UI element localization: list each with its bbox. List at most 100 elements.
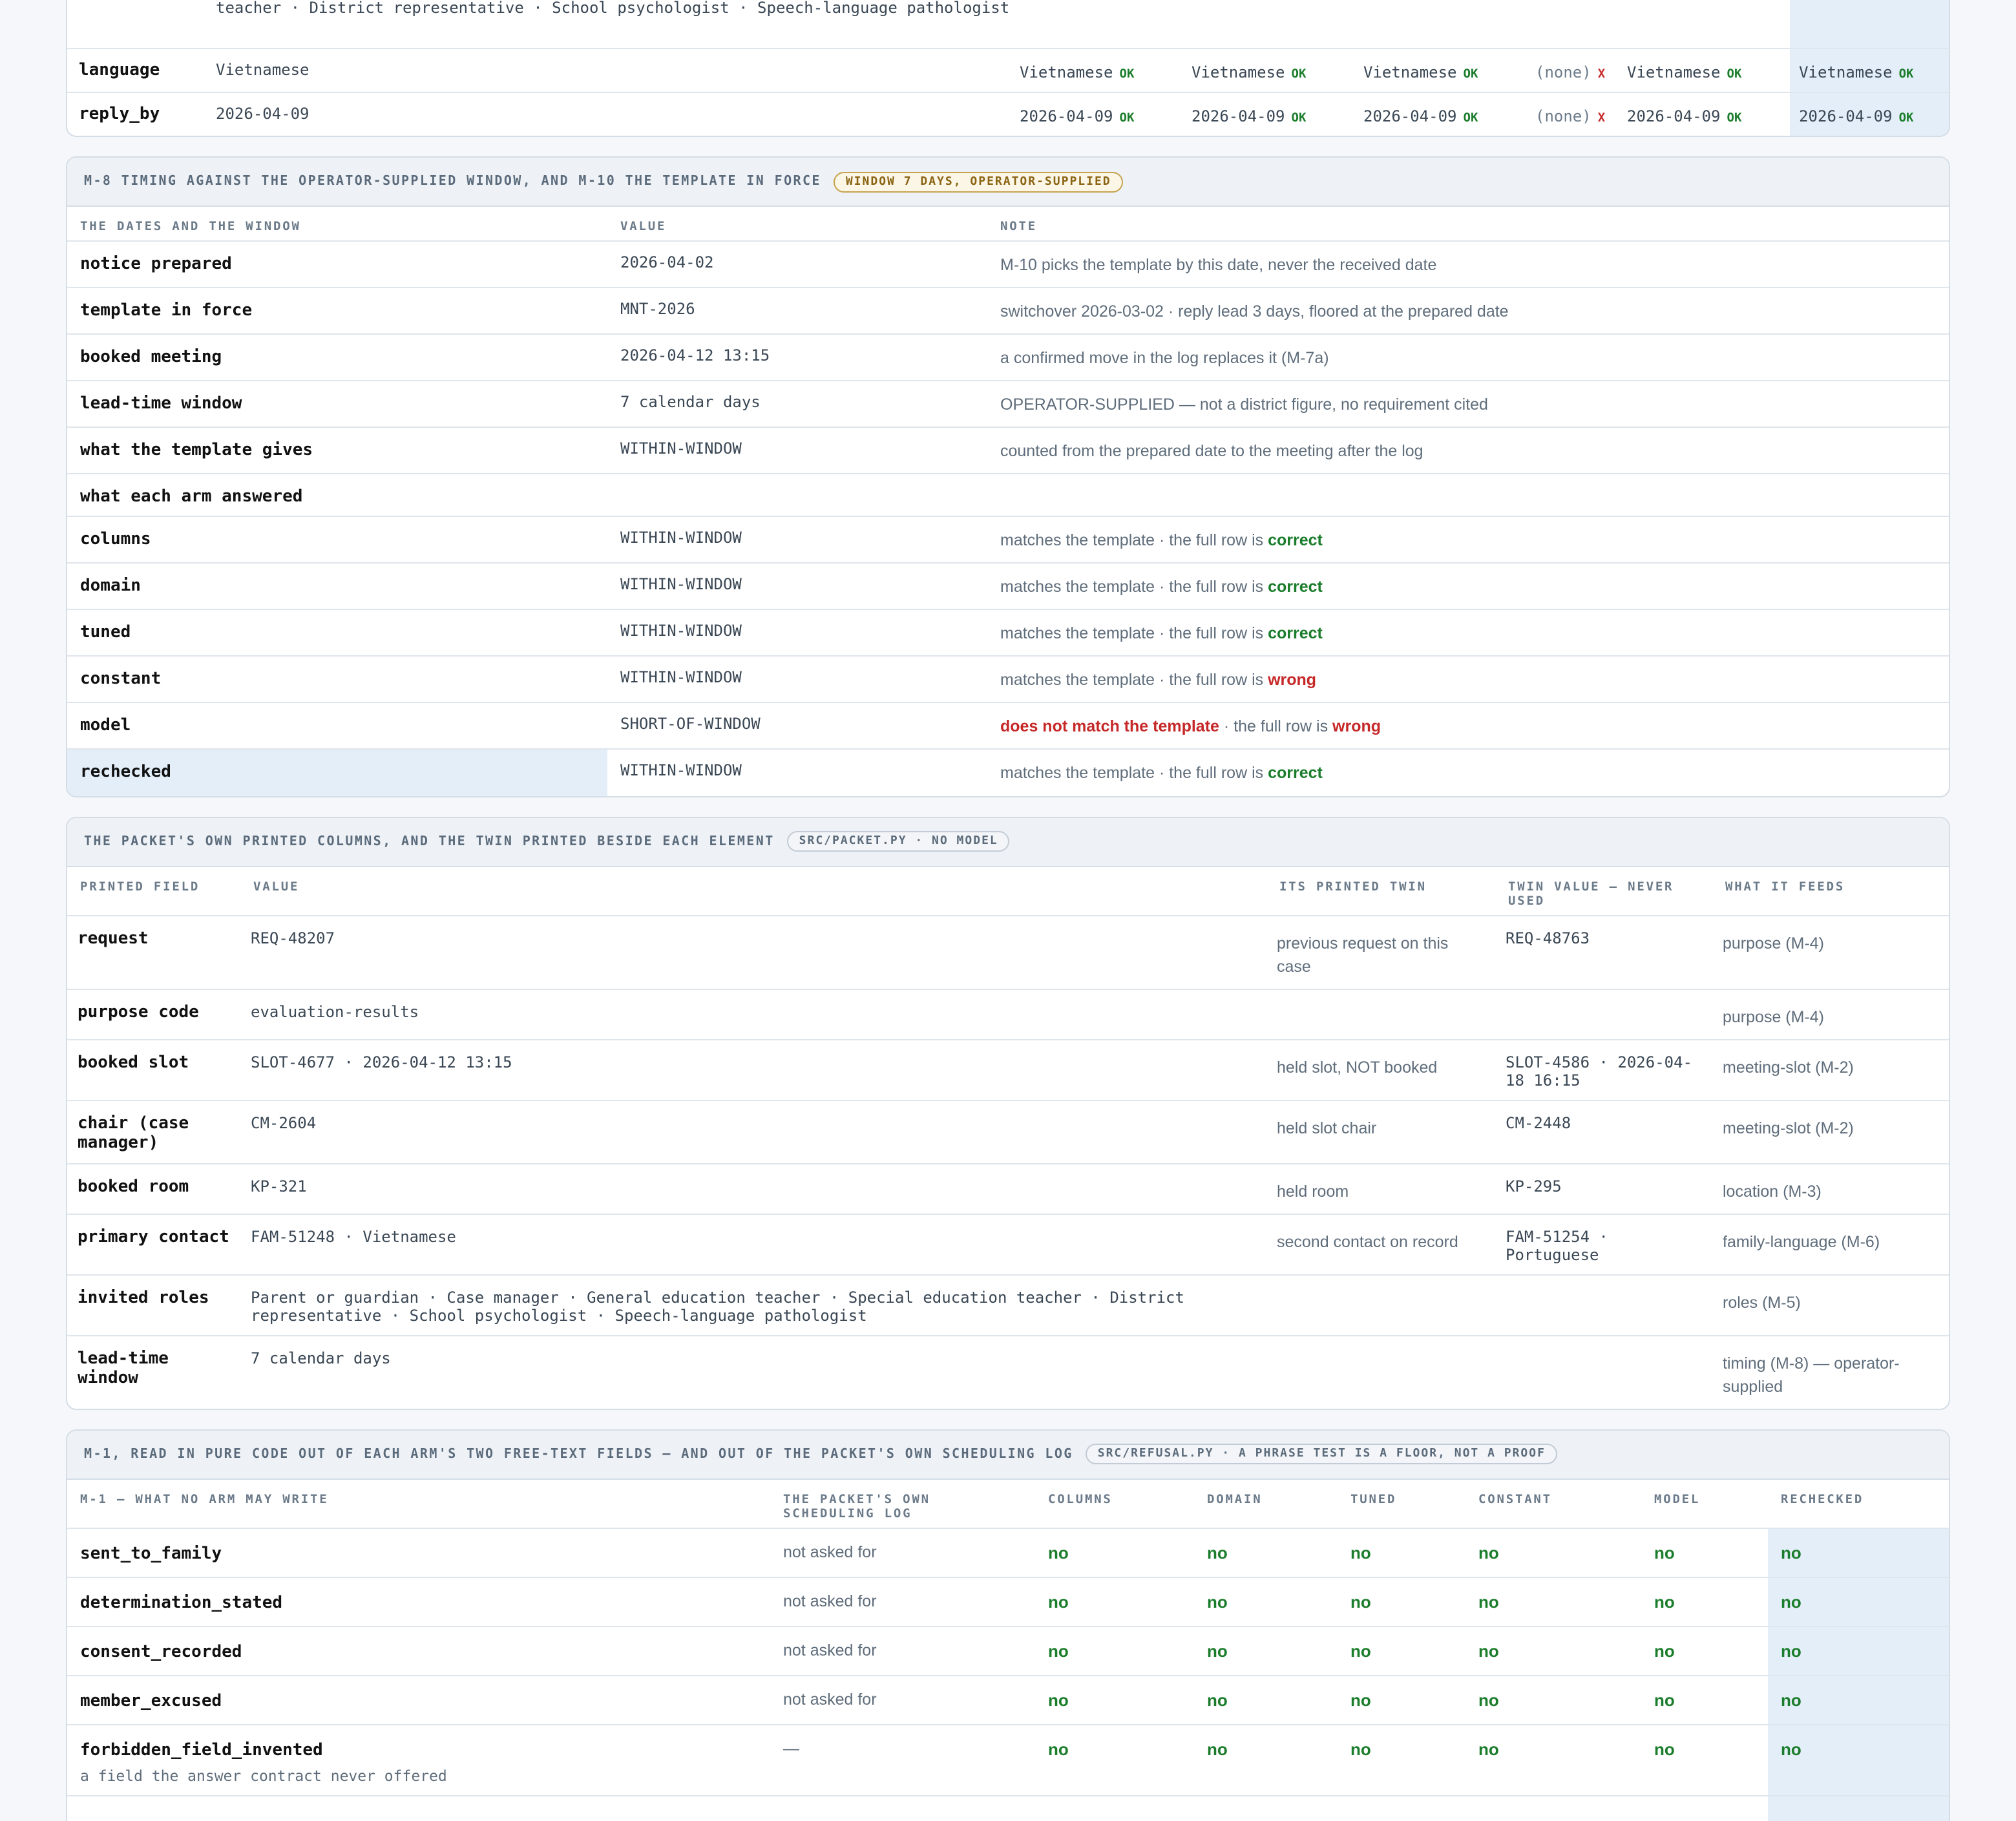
refusal-key: forbidden_field_invented	[80, 1740, 323, 1760]
packet-field: chair (case manager)	[67, 1099, 240, 1163]
arm-refusal-value: no	[1768, 1674, 1949, 1724]
arm-value: Vietnamese	[1627, 63, 1721, 81]
verdict-row: reply_by 2026-04-09 2026-04-09 OK 2026-04-09…	[67, 91, 1949, 136]
packet-row: chair (case manager) CM-2604 held slot cha…	[67, 1099, 1949, 1163]
wrong-verdict: wrong	[1332, 717, 1381, 735]
packet-twin-value: REQ-48763	[1495, 914, 1712, 989]
timing-key: rechecked	[67, 748, 607, 795]
packet-row: invited roles Parent or guardian · Case m…	[67, 1274, 1949, 1335]
packet-field: lead-time window	[67, 1334, 240, 1408]
arm-refusal-value: no	[1194, 1674, 1338, 1724]
packet-feeds: roles (M-5)	[1712, 1274, 1949, 1335]
refusal-col-header: MODEL	[1654, 1492, 1701, 1506]
scheduling-log-value: not asked for	[770, 1674, 1035, 1724]
arm-refusal-value: no	[1768, 1625, 1949, 1675]
timing-key: notice prepared	[67, 240, 607, 288]
timing-note: matches the template · the full row is c…	[987, 562, 1949, 609]
packet-feeds: purpose (M-4)	[1712, 988, 1949, 1039]
timing-note: M-10 picks the template by this date, ne…	[987, 240, 1949, 288]
refusal-key: determination_stated	[80, 1593, 283, 1612]
refusal-source-badge: SRC/REFUSAL.PY · A PHRASE TEST IS A FLOO…	[1086, 1444, 1557, 1464]
packet-twin-value	[1495, 1274, 1712, 1335]
refusal-key-description: a field the answer contract never offere…	[80, 1766, 447, 1784]
packet-panel-header: THE PACKET'S OWN PRINTED COLUMNS, AND TH…	[67, 817, 1949, 867]
arm-cell: 2026-04-09 OK	[1618, 91, 1790, 136]
timing-value: WITHIN-WINDOW	[607, 655, 987, 702]
scheduling-log-value: not asked for	[770, 1625, 1035, 1675]
wrong-verdict: wrong	[1268, 671, 1317, 689]
timing-key: columns	[67, 516, 607, 563]
roles-continuation: teacher · District representative · Scho…	[216, 0, 1010, 17]
timing-key: booked meeting	[67, 333, 607, 381]
timing-note: matches the template · the full row is w…	[987, 655, 1949, 702]
packet-twin: held room	[1266, 1163, 1495, 1214]
timing-note: matches the template · the full row is c…	[987, 516, 1949, 563]
timing-note: OPERATOR-SUPPLIED — not a district figur…	[987, 380, 1949, 427]
packet-row: lead-time window 7 calendar days timing (M…	[67, 1334, 1949, 1408]
refusal-key-cell: sent_to_family	[67, 1527, 770, 1577]
arm-value: (none)	[1535, 63, 1591, 81]
scheduling-log-value: —	[770, 1723, 1035, 1795]
packet-value: Parent or guardian · Case manager · Gene…	[240, 1274, 1266, 1335]
correct-verdict: correct	[1268, 578, 1323, 596]
arm-cell: (none) X	[1526, 47, 1618, 92]
ok-mark: OK	[1291, 111, 1307, 125]
arm-cell: Vietnamese OK	[1354, 47, 1526, 92]
packet-feeds: purpose (M-4)	[1712, 914, 1949, 989]
timing-value: WITHIN-WINDOW	[607, 516, 987, 563]
timing-row: domain WITHIN-WINDOW matches the template …	[67, 562, 1949, 609]
field-key: reply_by	[67, 91, 204, 136]
timing-key: template in force	[67, 287, 607, 334]
arm-refusal-value: no	[1035, 1625, 1194, 1675]
arm-refusal-value: no	[1641, 1625, 1768, 1675]
arm-refusal-value: no	[1338, 1674, 1465, 1724]
refusal-row: consent_recorded not asked for no no no no no n…	[67, 1625, 1949, 1675]
scheduling-log-value: not asked for	[770, 1576, 1035, 1626]
correct-verdict: correct	[1268, 764, 1323, 782]
ok-mark: OK	[1727, 67, 1742, 81]
packet-twin-value: KP-295	[1495, 1163, 1712, 1214]
packet-feeds: family-language (M-6)	[1712, 1213, 1949, 1274]
arm-refusal-value: no	[1194, 1576, 1338, 1626]
arm-cell: 2026-04-09 OK	[1790, 91, 1949, 136]
arm-refusal-value: no	[1338, 1576, 1465, 1626]
packet-field: purpose code	[67, 988, 240, 1039]
refusal-panel: M-1, READ IN PURE CODE OUT OF EACH ARM'S…	[66, 1429, 1950, 1821]
packet-col-twin-value: TWIN VALUE — NEVER USED	[1508, 879, 1674, 908]
arm-value: 2026-04-09	[1020, 107, 1113, 125]
refusal-key-cell: member_excused	[67, 1674, 770, 1724]
refusal-col-header: TUNED	[1350, 1492, 1397, 1506]
packet-feeds: timing (M-8) — operator-supplied	[1712, 1334, 1949, 1408]
refusal-panel-header: M-1, READ IN PURE CODE OUT OF EACH ARM'S…	[67, 1430, 1949, 1479]
ok-mark: OK	[1291, 67, 1307, 81]
packet-field: invited roles	[67, 1274, 240, 1335]
arm-cell: 2026-04-09 OK	[1182, 91, 1354, 136]
correct-verdict: correct	[1268, 531, 1323, 549]
refusal-row-partial	[67, 1795, 1949, 1821]
packet-field: booked room	[67, 1163, 240, 1214]
refusal-col-header: CONSTANT	[1478, 1492, 1552, 1506]
timing-value: WITHIN-WINDOW	[607, 748, 987, 795]
ok-mark: OK	[1463, 111, 1478, 125]
correct-verdict: correct	[1268, 624, 1323, 642]
packet-twin	[1266, 1334, 1495, 1408]
arm-refusal-value: no	[1465, 1674, 1641, 1724]
refusal-col-header: THE PACKET'S OWN SCHEDULING LOG	[783, 1492, 930, 1521]
packet-feeds: meeting-slot (M-2)	[1712, 1099, 1949, 1163]
refusal-col-header: RECHECKED	[1781, 1492, 1864, 1506]
arm-value: 2026-04-09	[1363, 107, 1457, 125]
timing-row: lead-time window 7 calendar days OPERATOR-…	[67, 380, 1949, 427]
refusal-key: consent_recorded	[80, 1642, 242, 1661]
timing-subhead-row: what each arm answered	[67, 473, 1949, 516]
packet-col-feeds: WHAT IT FEEDS	[1725, 879, 1845, 894]
timing-row: tuned WITHIN-WINDOW matches the template ·…	[67, 609, 1949, 656]
packet-row: primary contact FAM-51248 · Vietnamese sec…	[67, 1213, 1949, 1274]
timing-note: matches the template · the full row is c…	[987, 748, 1949, 795]
arm-refusal-value: no	[1338, 1527, 1465, 1577]
packet-row: request REQ-48207 previous request on this…	[67, 914, 1949, 989]
arm-value: Vietnamese	[1363, 63, 1457, 81]
arm-refusal-value: no	[1035, 1674, 1194, 1724]
arm-refusal-value: no	[1768, 1527, 1949, 1577]
packet-row: booked room KP-321 held room KP-295 location…	[67, 1163, 1949, 1214]
arm-cell: (none) X	[1526, 91, 1618, 136]
